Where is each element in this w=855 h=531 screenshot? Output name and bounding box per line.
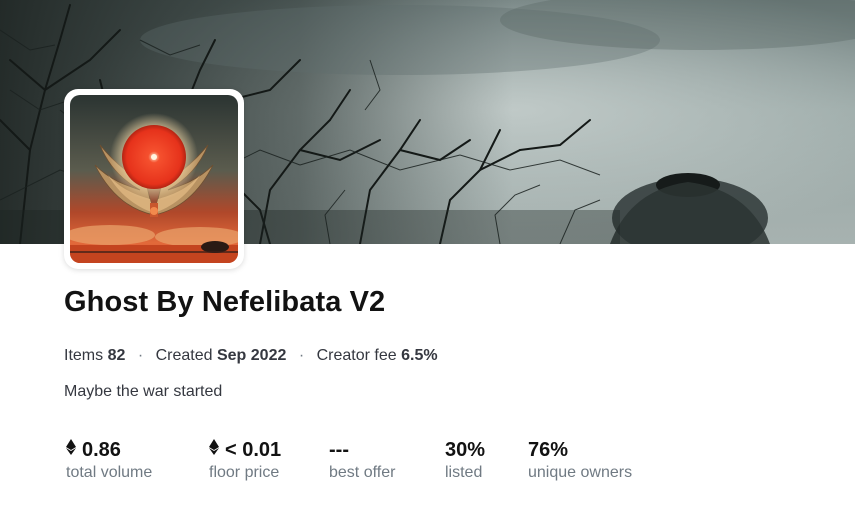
stat-label: best offer bbox=[329, 464, 396, 481]
stat-label: floor price bbox=[209, 464, 280, 481]
meta-separator: · bbox=[298, 347, 305, 364]
stat-label: listed bbox=[445, 464, 483, 481]
stat-value: 76% bbox=[528, 439, 569, 461]
stat-value: 0.86 bbox=[82, 439, 121, 461]
stat-floor-price[interactable]: < 0.01 floor price bbox=[209, 438, 281, 484]
meta-separator: · bbox=[137, 347, 144, 364]
creator-fee-value: 6.5% bbox=[401, 347, 438, 364]
collection-avatar bbox=[64, 89, 244, 269]
created-label: Created bbox=[155, 347, 213, 364]
eth-icon bbox=[66, 437, 76, 461]
stat-label: total volume bbox=[66, 464, 153, 481]
collection-description: Maybe the war started bbox=[64, 383, 223, 400]
items-count: 82 bbox=[107, 347, 126, 364]
avatar-image bbox=[70, 95, 238, 263]
creator-fee-label: Creator fee bbox=[316, 347, 397, 364]
stat-value: 30% bbox=[445, 439, 486, 461]
collection-title: Ghost By Nefelibata V2 bbox=[64, 286, 386, 318]
eth-icon bbox=[209, 437, 219, 461]
items-label: Items bbox=[64, 347, 104, 364]
stat-label: unique owners bbox=[528, 464, 633, 481]
created-date: Sep 2022 bbox=[216, 347, 287, 364]
stat-value: --- bbox=[329, 439, 349, 461]
collection-page: Ghost By Nefelibata V2 Items 82 · Create… bbox=[0, 0, 855, 531]
stat-unique-owners[interactable]: 76% unique owners bbox=[528, 438, 632, 484]
stat-total-volume[interactable]: 0.86 total volume bbox=[66, 438, 152, 484]
collection-meta: Items 82 · Created Sep 2022 · Creator fe… bbox=[64, 347, 438, 365]
stat-best-offer[interactable]: --- best offer bbox=[329, 438, 395, 484]
stat-value: < 0.01 bbox=[225, 439, 282, 461]
stat-listed[interactable]: 30% listed bbox=[445, 438, 485, 484]
